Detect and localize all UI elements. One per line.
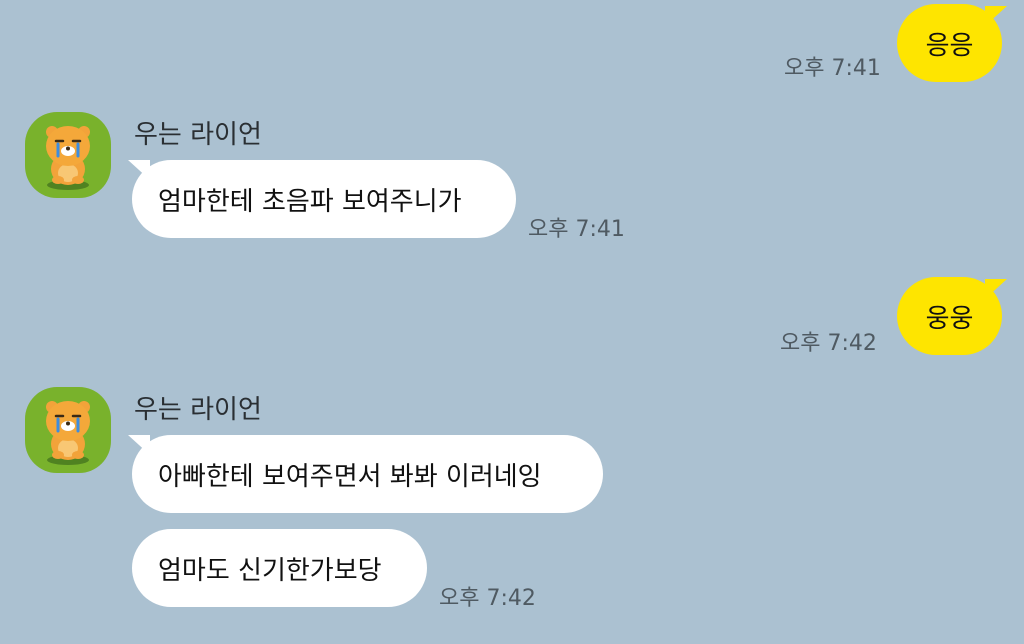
crying-ryan-character-icon <box>46 401 90 465</box>
incoming-message-bubble[interactable]: 아빠한테 보여주면서 봐봐 이러네잉 <box>132 435 603 513</box>
message-time: 오후 7:42 <box>439 586 536 611</box>
sender-name: 우는 라이언 <box>134 395 262 425</box>
message-text: 응응 <box>925 30 974 61</box>
incoming-message-bubble[interactable]: 엄마도 신기한가보당 <box>132 529 427 607</box>
message-time: 오후 7:41 <box>784 56 881 81</box>
sender-name: 우는 라이언 <box>134 120 262 150</box>
message-text: 웅웅 <box>925 303 974 334</box>
incoming-message-bubble[interactable]: 엄마한테 초음파 보여주니가 <box>132 160 516 238</box>
message-time: 오후 7:41 <box>528 217 625 242</box>
message-text: 아빠한테 보여주면서 봐봐 이러네잉 <box>158 461 542 492</box>
crying-ryan-character-icon <box>46 126 90 190</box>
message-time: 오후 7:42 <box>780 331 877 356</box>
avatar[interactable] <box>25 387 111 473</box>
outgoing-bubble-tail <box>985 279 1007 299</box>
message-text: 엄마도 신기한가보당 <box>158 555 382 586</box>
outgoing-bubble-tail <box>985 6 1007 26</box>
avatar[interactable] <box>25 112 111 198</box>
message-text: 엄마한테 초음파 보여주니가 <box>158 186 462 217</box>
